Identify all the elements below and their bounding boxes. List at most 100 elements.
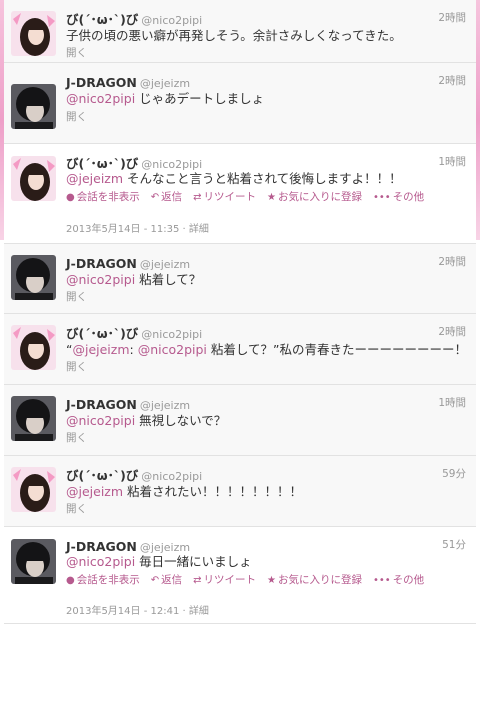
mention-link[interactable]: @nico2pipi — [138, 342, 207, 357]
expand-link[interactable]: 開く — [66, 430, 87, 445]
text-segment: 粘着して？”私の青春きたーーーーーーーー！ — [206, 342, 467, 357]
favorite-button[interactable]: ★ お気に入りに登録 — [267, 574, 362, 586]
reply-button[interactable]: ↶ 返信 — [151, 574, 182, 586]
tweet-header: び(´･ω･`)び @nico2pipi 59分 — [66, 465, 466, 483]
display-name[interactable]: J-DRAGON — [66, 397, 137, 412]
star-icon: ★ — [267, 575, 276, 586]
timestamp[interactable]: 2時間 — [438, 254, 466, 269]
tweet-timeline: び(´･ω･`)び @nico2pipi 2時間 子供の頃の悪い癖が再発しそう。余… — [4, 0, 476, 624]
hide-conversation-button[interactable]: ● 会話を非表示 — [66, 191, 140, 203]
avatar-nico2pipi[interactable] — [11, 11, 56, 56]
timestamp[interactable]: 1時間 — [438, 154, 466, 169]
reply-button[interactable]: ↶ 返信 — [151, 191, 182, 203]
expand-link[interactable]: 開く — [66, 289, 87, 304]
mention-link[interactable]: @nico2pipi — [66, 91, 135, 106]
screen-name[interactable]: @nico2pipi — [141, 470, 202, 483]
timestamp[interactable]: 2時間 — [438, 10, 466, 25]
mention-link[interactable]: @jejeizm — [72, 342, 129, 357]
screen-name[interactable]: @jejeizm — [140, 77, 190, 90]
screen-name[interactable]: @nico2pipi — [141, 14, 202, 27]
reply-icon: ↶ — [150, 192, 160, 203]
tweet[interactable]: び(´･ω･`)び @nico2pipi 2時間 子供の頃の悪い癖が再発しそう。余… — [4, 0, 476, 63]
detail-link[interactable]: 詳細 — [189, 606, 209, 617]
avatar-jejeizm[interactable] — [11, 396, 56, 441]
screen-name[interactable]: @jejeizm — [140, 541, 190, 554]
conversation-icon: ● — [66, 575, 75, 586]
favorite-button[interactable]: ★ お気に入りに登録 — [267, 191, 362, 203]
tweet[interactable]: J-DRAGON @jejeizm 1時間 @nico2pipi 無視しないで？ … — [4, 385, 476, 456]
mention-link[interactable]: @nico2pipi — [66, 413, 135, 428]
avatar-nico2pipi[interactable] — [11, 156, 56, 201]
tweet-text: @nico2pipi じゃあデートしましょ — [66, 91, 468, 107]
tweet-header: び(´･ω･`)び @nico2pipi 1時間 — [66, 153, 466, 171]
datetime-text[interactable]: 2013年5月14日 - 11:35 — [66, 224, 179, 235]
detail-link[interactable]: 詳細 — [189, 224, 209, 235]
retweet-button[interactable]: ⇄ リツイート — [193, 191, 256, 203]
timestamp[interactable]: 1時間 — [438, 395, 466, 410]
pink-border-right — [476, 0, 480, 240]
display-name[interactable]: J-DRAGON — [66, 75, 137, 90]
avatar-nico2pipi[interactable] — [11, 325, 56, 370]
display-name[interactable]: び(´･ω･`)び — [66, 468, 138, 483]
tweet-header: J-DRAGON @jejeizm 51分 — [66, 536, 466, 554]
display-name[interactable]: び(´･ω･`)び — [66, 156, 138, 171]
tweet[interactable]: び(´･ω･`)び @nico2pipi 59分 @jejeizm 粘着されたい！… — [4, 456, 476, 527]
twitter-conversation-screenshot: び(´･ω･`)び @nico2pipi 2時間 子供の頃の悪い癖が再発しそう。余… — [0, 0, 480, 708]
text-segment: 毎日一緒にいましょ — [135, 554, 252, 569]
tweet-text: @jejeizm 粘着されたい！！！！！！！！ — [66, 484, 468, 500]
tweet-actions: ● 会話を非表示 ↶ 返信 ⇄ リツイート ★ お気に入りに登録 ••• その他 — [66, 572, 435, 587]
text-segment: そんなこと言うと粘着されて後悔しますよ！！！ — [123, 171, 402, 186]
tweet[interactable]: J-DRAGON @jejeizm 2時間 @nico2pipi じゃあデートしま… — [4, 63, 476, 144]
retweet-icon: ⇄ — [193, 192, 202, 203]
expand-link[interactable]: 開く — [66, 501, 87, 516]
timestamp[interactable]: 2時間 — [438, 73, 466, 88]
expand-link[interactable]: 開く — [66, 359, 87, 374]
display-name[interactable]: J-DRAGON — [66, 539, 137, 554]
tweet-header: J-DRAGON @jejeizm 1時間 — [66, 394, 466, 412]
reply-label: 返信 — [161, 574, 183, 586]
expand-link[interactable]: 開く — [66, 45, 87, 60]
tweet[interactable]: び(´･ω･`)び @nico2pipi 2時間 “@jejeizm: @nico… — [4, 314, 476, 385]
screen-name[interactable]: @nico2pipi — [141, 158, 202, 171]
expand-link[interactable]: 開く — [66, 109, 87, 124]
screen-name[interactable]: @jejeizm — [140, 258, 190, 271]
retweet-button[interactable]: ⇄ リツイート — [193, 574, 256, 586]
timestamp[interactable]: 2時間 — [438, 324, 466, 339]
display-name[interactable]: J-DRAGON — [66, 256, 137, 271]
avatar-nico2pipi[interactable] — [11, 467, 56, 512]
text-segment: じゃあデートしましょ — [135, 91, 265, 106]
avatar-jejeizm[interactable] — [11, 539, 56, 584]
mention-link[interactable]: @nico2pipi — [66, 272, 135, 287]
text-segment: 無視しないで？ — [135, 413, 227, 428]
avatar-jejeizm[interactable] — [11, 84, 56, 129]
tweet-expanded[interactable]: J-DRAGON @jejeizm 51分 @nico2pipi 毎日一緒にいまし… — [4, 527, 476, 624]
screen-name[interactable]: @nico2pipi — [141, 328, 202, 341]
tweet-datetime: 2013年5月14日 - 11:35 · 詳細 — [66, 224, 209, 235]
mention-link[interactable]: @jejeizm — [66, 484, 123, 499]
avatar-jejeizm[interactable] — [11, 255, 56, 300]
favorite-label: お気に入りに登録 — [277, 191, 362, 203]
tweet-expanded[interactable]: び(´･ω･`)び @nico2pipi 1時間 @jejeizm そんなこと言う… — [4, 144, 476, 244]
tweet-text: @nico2pipi 粘着して？ — [66, 272, 468, 288]
tweet[interactable]: J-DRAGON @jejeizm 2時間 @nico2pipi 粘着して？ 開く — [4, 244, 476, 314]
timestamp[interactable]: 51分 — [442, 537, 466, 552]
text-segment: 粘着して？ — [135, 272, 202, 287]
more-dots-icon: ••• — [372, 575, 391, 586]
mention-link[interactable]: @jejeizm — [66, 171, 123, 186]
hide-conversation-button[interactable]: ● 会話を非表示 — [66, 574, 140, 586]
more-button[interactable]: ••• その他 — [373, 191, 424, 203]
datetime-text[interactable]: 2013年5月14日 - 12:41 — [66, 606, 179, 617]
timestamp[interactable]: 59分 — [442, 466, 466, 481]
tweet-header: J-DRAGON @jejeizm 2時間 — [66, 253, 466, 271]
star-icon: ★ — [267, 192, 276, 203]
screen-name[interactable]: @jejeizm — [140, 399, 190, 412]
mention-link[interactable]: @nico2pipi — [66, 554, 135, 569]
more-label: その他 — [392, 191, 425, 203]
more-button[interactable]: ••• その他 — [373, 574, 424, 586]
tweet-header: び(´･ω･`)び @nico2pipi 2時間 — [66, 9, 466, 27]
reply-icon: ↶ — [150, 575, 160, 586]
display-name[interactable]: び(´･ω･`)び — [66, 326, 138, 341]
retweet-label: リツイート — [203, 574, 257, 586]
tweet-text: @nico2pipi 毎日一緒にいましょ — [66, 554, 468, 570]
display-name[interactable]: び(´･ω･`)び — [66, 12, 138, 27]
